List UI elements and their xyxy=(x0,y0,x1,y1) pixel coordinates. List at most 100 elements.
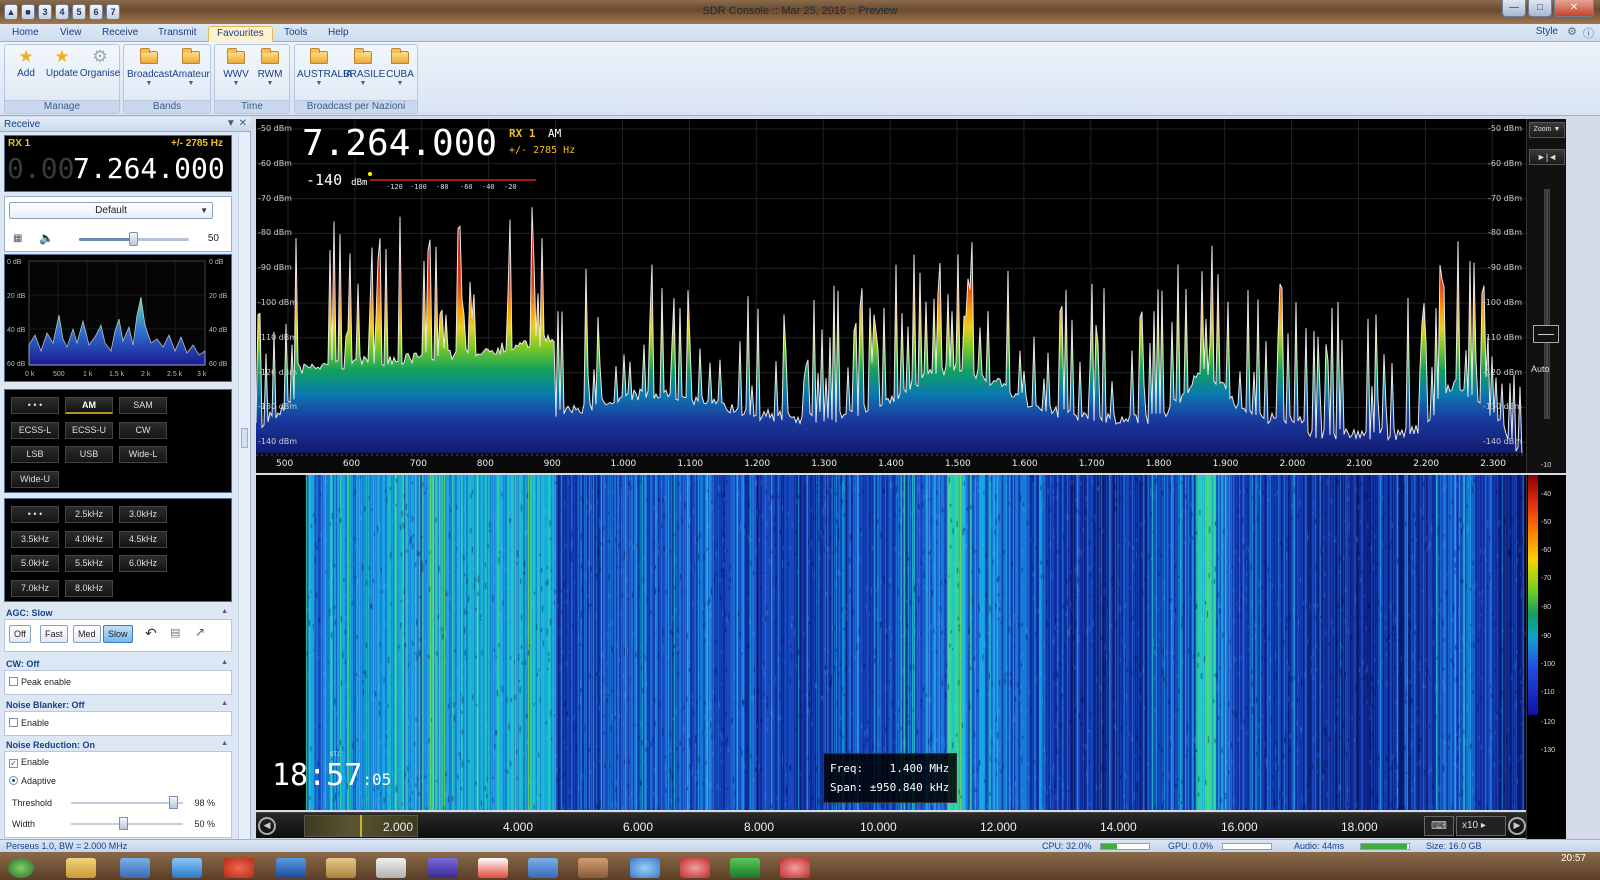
wwv-button[interactable]: WWV ▼ xyxy=(219,48,253,87)
volume-slider[interactable] xyxy=(79,232,189,246)
noise-blanker-enable-checkbox[interactable]: Enable xyxy=(9,718,49,728)
app-icon[interactable] xyxy=(630,858,660,878)
zoom-factor-button[interactable]: x10 ▸ xyxy=(1456,816,1506,836)
threshold-slider[interactable] xyxy=(71,796,183,809)
app-icon[interactable] xyxy=(528,858,558,878)
frequency-value[interactable]: 7.264.000 xyxy=(73,152,225,185)
filter-button[interactable]: 5.5kHz xyxy=(65,555,113,572)
app-icon[interactable] xyxy=(680,858,710,878)
app-icon[interactable] xyxy=(376,858,406,878)
app-icon[interactable] xyxy=(780,858,810,878)
app-icon[interactable] xyxy=(326,858,356,878)
keyboard-icon[interactable]: ⌨ xyxy=(1424,816,1454,836)
collapse-icon[interactable]: ▲ xyxy=(221,608,228,615)
browser-icon[interactable] xyxy=(172,858,202,878)
zoom-button[interactable]: Zoom ▼ xyxy=(1529,122,1565,138)
rwm-button[interactable]: RWM ▼ xyxy=(253,48,287,87)
adaptive-radio[interactable]: Adaptive xyxy=(9,776,56,786)
filter-more-button[interactable]: • • • xyxy=(11,506,59,523)
filter-button[interactable]: 5.0kHz xyxy=(11,555,59,572)
filter-button[interactable]: 8.0kHz xyxy=(65,580,113,597)
tab-receive[interactable]: Receive xyxy=(94,26,146,42)
auto-button[interactable]: Auto xyxy=(1531,364,1550,374)
span-button[interactable]: ►|◄ xyxy=(1529,149,1565,165)
tab-tools[interactable]: Tools xyxy=(276,26,315,42)
range-slider[interactable] xyxy=(1544,189,1550,419)
mode-cw-button[interactable]: CW xyxy=(119,422,167,439)
filter-button[interactable]: 3.5kHz xyxy=(11,531,59,548)
range-slider-knob[interactable] xyxy=(1533,325,1559,343)
filter-button[interactable]: 7.0kHz xyxy=(11,580,59,597)
settings-icon[interactable]: ⚙ xyxy=(1567,25,1577,41)
mode-more-button[interactable]: • • • xyxy=(11,397,59,414)
collapse-icon[interactable]: ▲ xyxy=(221,700,228,707)
add-favourite-button[interactable]: ★ Add xyxy=(11,48,41,79)
collapse-icon[interactable]: ▲ xyxy=(221,659,228,666)
outlook-icon[interactable] xyxy=(276,858,306,878)
peak-enable-checkbox[interactable]: Peak enable xyxy=(9,677,71,687)
organise-button[interactable]: ⚙ Organise xyxy=(79,48,121,79)
mode-wide-l-button[interactable]: Wide-L xyxy=(119,446,167,463)
australia-button[interactable]: AUSTRALIA ▼ xyxy=(297,48,353,87)
collapse-icon[interactable]: ▲ xyxy=(221,740,228,747)
settings-icon[interactable]: ▤ xyxy=(170,626,180,639)
threshold-slider-knob[interactable] xyxy=(169,796,178,809)
noise-reduction-enable-checkbox[interactable]: ✓ Enable xyxy=(9,757,49,768)
frequency-display[interactable]: RX 1 +/- 2785 Hz 0.00 7.264.000 xyxy=(4,135,232,192)
tab-home[interactable]: Home xyxy=(4,26,47,42)
filter-button[interactable]: 4.0kHz xyxy=(65,531,113,548)
profile-dropdown[interactable]: Default ▼ xyxy=(9,202,213,219)
mode-ecss-l-button[interactable]: ECSS-L xyxy=(11,422,59,439)
tab-favourites[interactable]: Favourites xyxy=(208,26,273,42)
agc-fast-button[interactable]: Fast xyxy=(40,625,68,643)
broadcast-button[interactable]: Broadcast ▼ xyxy=(127,48,172,87)
mode-lsb-button[interactable]: LSB xyxy=(11,446,59,463)
mode-wide-u-button[interactable]: Wide-U xyxy=(11,471,59,488)
help-icon[interactable]: ⓘ xyxy=(1583,25,1594,41)
filter-button[interactable]: 2.5kHz xyxy=(65,506,113,523)
filter-button[interactable]: 6.0kHz xyxy=(119,555,167,572)
pin-icon[interactable]: ▼ xyxy=(226,118,236,129)
volume-slider-knob[interactable] xyxy=(129,232,138,246)
filter-button[interactable]: 3.0kHz xyxy=(119,506,167,523)
close-panel-icon[interactable]: ✕ xyxy=(239,118,247,129)
waterfall-display[interactable]: UTC 18:57:05 Freq: 1.400 MHz Span: ±950.… xyxy=(256,475,1526,810)
minimize-button[interactable]: — xyxy=(1502,0,1526,17)
close-button[interactable]: ✕ xyxy=(1554,0,1594,17)
amateur-button[interactable]: Amateur ▼ xyxy=(172,48,210,87)
mode-ecss-u-button[interactable]: ECSS-U xyxy=(65,422,113,439)
cuba-button[interactable]: CUBA ▼ xyxy=(385,48,415,87)
mode-am-button[interactable]: AM xyxy=(65,397,113,414)
agc-off-button[interactable]: Off xyxy=(9,625,31,643)
scroll-right-icon[interactable]: ▶ xyxy=(1508,817,1526,835)
excel-icon[interactable] xyxy=(730,858,760,878)
app-icon[interactable] xyxy=(478,858,508,878)
spectrum-display[interactable]: 7.264.000 RX 1 AM +/- 2785 Hz -140 dBm -… xyxy=(256,119,1526,473)
width-slider[interactable] xyxy=(71,817,183,830)
tab-view[interactable]: View xyxy=(52,26,90,42)
mode-usb-button[interactable]: USB xyxy=(65,446,113,463)
mode-sam-button[interactable]: SAM xyxy=(119,397,167,414)
style-menu[interactable]: Style xyxy=(1536,26,1558,37)
brasile-button[interactable]: BRASILE ▼ xyxy=(343,48,385,87)
scroll-left-icon[interactable]: ◀ xyxy=(258,817,276,835)
update-favourite-button[interactable]: ★ Update xyxy=(43,48,81,79)
file-explorer-icon[interactable] xyxy=(66,858,96,878)
agc-med-button[interactable]: Med xyxy=(73,625,101,643)
chrome-icon[interactable] xyxy=(224,858,254,878)
app-icon[interactable] xyxy=(120,858,150,878)
speaker-icon[interactable]: 🔈 xyxy=(39,231,54,245)
tab-transmit[interactable]: Transmit xyxy=(150,26,205,42)
equalizer-icon[interactable]: ▦ xyxy=(13,233,22,244)
graph-icon[interactable]: ↗ xyxy=(195,625,205,639)
filter-button[interactable]: 4.5kHz xyxy=(119,531,167,548)
maximize-button[interactable]: □ xyxy=(1528,0,1552,17)
panel-scrollbar[interactable] xyxy=(238,133,250,839)
width-slider-knob[interactable] xyxy=(119,817,128,830)
app-icon[interactable] xyxy=(578,858,608,878)
spectrum-frequency[interactable]: 7.264.000 xyxy=(302,123,497,164)
scrollbar-thumb[interactable] xyxy=(241,428,248,448)
tab-help[interactable]: Help xyxy=(320,26,357,42)
app-icon[interactable] xyxy=(428,858,458,878)
agc-slow-button[interactable]: Slow xyxy=(103,625,133,643)
